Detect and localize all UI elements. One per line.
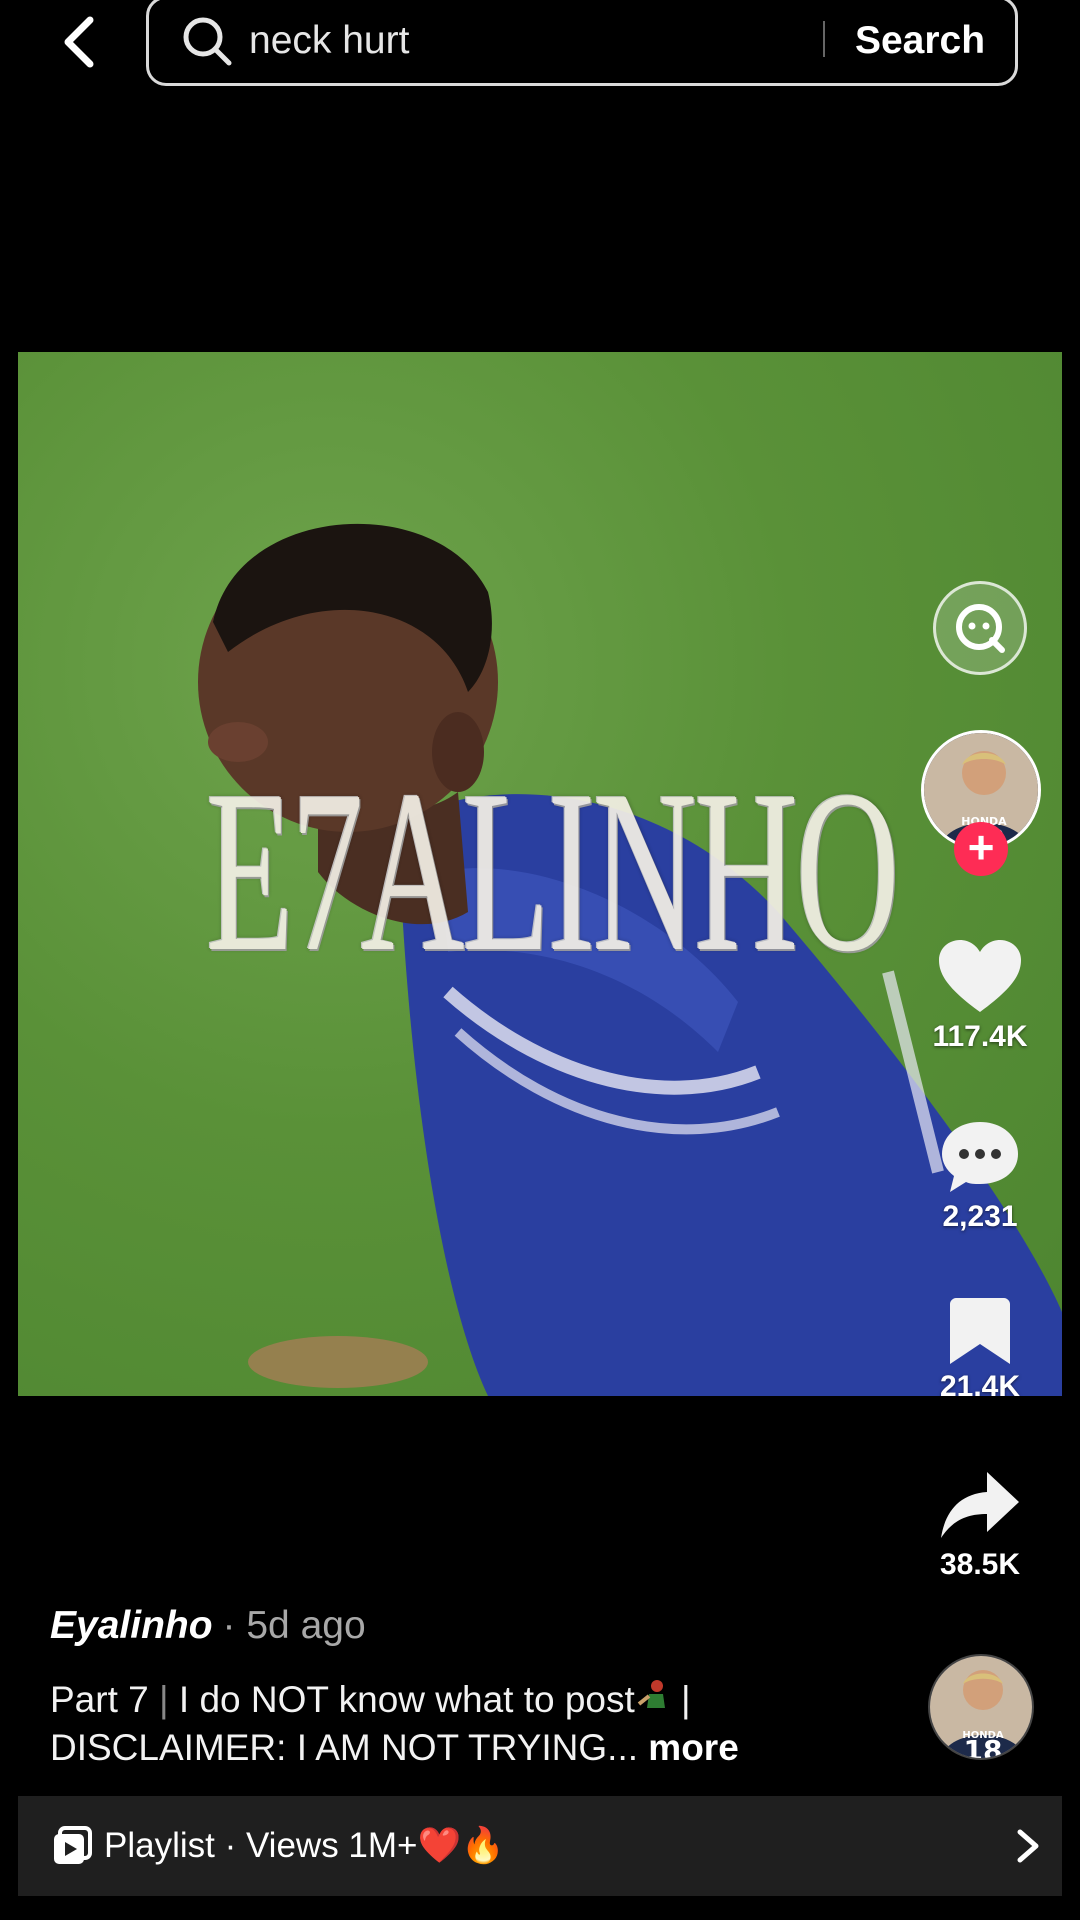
share-button[interactable]: 38.5K <box>932 1472 1028 1582</box>
bookmark-icon <box>950 1298 1010 1364</box>
back-button[interactable] <box>50 10 110 74</box>
playlist-label: Playlist · Views 1M+❤️🔥 <box>104 1826 505 1865</box>
search-lens-icon <box>956 604 1005 653</box>
figure-emoji-icon <box>637 1680 665 1708</box>
comment-count: 2,231 <box>942 1200 1018 1233</box>
search-box[interactable]: neck hurt Search <box>146 0 1018 86</box>
top-bar: neck hurt Search <box>0 0 1080 100</box>
comment-icon <box>942 1122 1018 1192</box>
caption-text-end: | <box>670 1679 691 1720</box>
save-button[interactable]: 21.4K <box>932 1298 1028 1404</box>
search-input[interactable]: neck hurt <box>249 15 409 67</box>
caption-separator: | <box>159 1679 169 1720</box>
heart-icon <box>939 940 1021 1012</box>
like-count: 117.4K <box>932 1020 1028 1053</box>
share-icon <box>941 1472 1019 1538</box>
video-player[interactable]: E7ALINHO <box>18 352 1062 1396</box>
save-count: 21.4K <box>939 1370 1021 1403</box>
sound-avatar-image: HONDA 18 <box>930 1656 1032 1760</box>
search-divider <box>823 21 825 57</box>
video-overlay-text: E7ALINHO <box>206 743 900 1000</box>
like-button[interactable]: 117.4K <box>932 940 1028 1054</box>
caption-part: Part 7 <box>50 1679 159 1720</box>
author-line: Eyalinho · 5d ago <box>50 1600 366 1652</box>
sound-avatar[interactable]: HONDA 18 <box>928 1654 1034 1760</box>
comment-button[interactable]: 2,231 <box>932 1120 1028 1234</box>
follow-button[interactable]: + <box>954 822 1008 876</box>
search-icon <box>183 17 232 66</box>
sound-avatar-jersey-number: 18 <box>964 1734 1003 1760</box>
playlist-bar[interactable]: Playlist · Views 1M+❤️🔥 <box>18 1796 1062 1896</box>
visual-search-button[interactable] <box>933 581 1027 675</box>
caption-text: I do NOT know what to post <box>168 1679 635 1720</box>
search-button[interactable]: Search <box>845 13 995 69</box>
author-name[interactable]: Eyalinho <box>50 1604 213 1647</box>
chevron-right-icon <box>1017 1829 1039 1863</box>
back-arrow-icon <box>64 16 94 68</box>
caption-disclaimer: DISCLAIMER: I AM NOT TRYING... <box>50 1727 639 1768</box>
playlist-icon <box>54 1826 92 1864</box>
more-link[interactable]: more <box>638 1727 739 1768</box>
post-time: · 5d ago <box>222 1604 366 1647</box>
share-count: 38.5K <box>939 1548 1021 1581</box>
caption[interactable]: Part 7 | I do NOT know what to post | DI… <box>50 1676 890 1772</box>
